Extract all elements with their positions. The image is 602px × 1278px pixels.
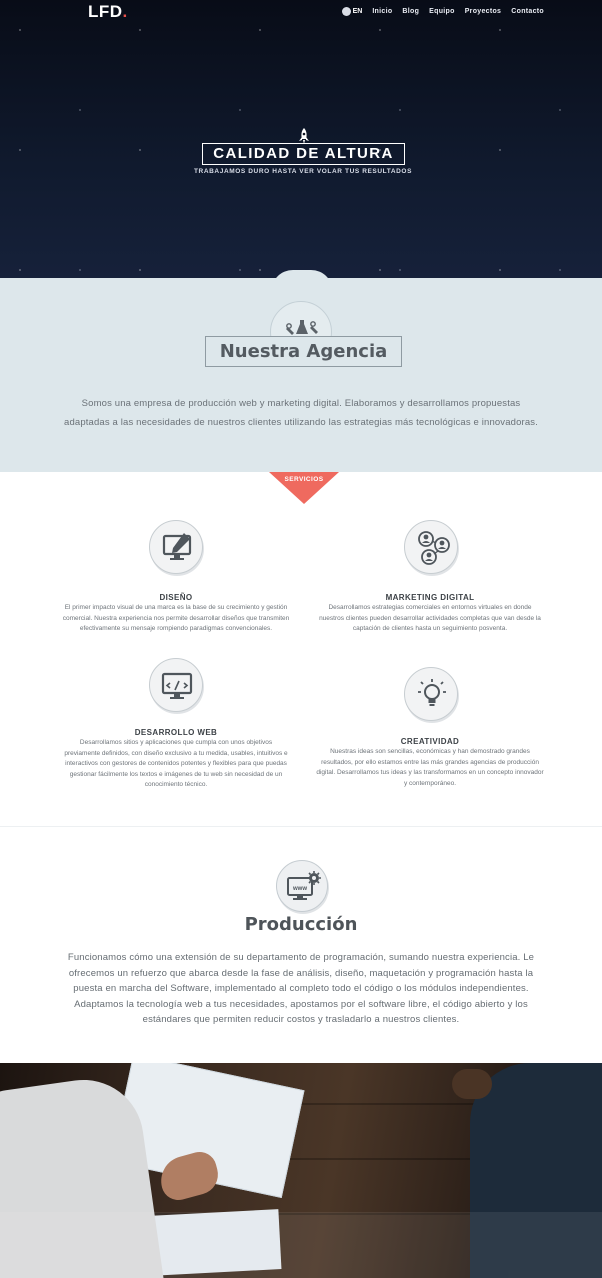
service-text-diseno: El primer impacto visual de una marca es… <box>62 604 290 632</box>
nav-contacto[interactable]: Contacto <box>511 8 544 15</box>
service-text-marketing: Desarrollamos estrategias comerciales en… <box>319 604 541 632</box>
www-gear-icon: www <box>287 871 321 900</box>
servicios-label[interactable]: SERVICIOS <box>269 476 339 483</box>
monitor-code-icon <box>161 672 193 699</box>
agency-section-bump <box>271 270 333 292</box>
nav-proyectos[interactable]: Proyectos <box>465 8 502 15</box>
monitor-pen-icon <box>162 533 192 560</box>
service-title-diseno: DISEÑO <box>159 593 193 602</box>
production-description: Funcionamos cómo una extensión de su dep… <box>67 952 535 1025</box>
logo-dot: . <box>122 2 128 21</box>
language-switch[interactable]: EN <box>341 7 363 16</box>
service-title-creatividad: CREATIVIDAD <box>400 737 460 746</box>
design-icon-circle <box>149 520 203 574</box>
photo-overlay <box>0 1212 602 1278</box>
main-nav: EN Inicio Blog Equipo Proyectos Contacto <box>341 7 544 16</box>
marketing-icon-circle <box>404 520 458 574</box>
production-title: Producción <box>244 914 358 935</box>
hero-subtitle: TRABAJAMOS DURO HASTA VER VOLAR TUS RESU… <box>193 168 413 175</box>
logo-text: LFD <box>88 2 123 21</box>
flag-icon <box>341 7 351 16</box>
service-text-desarrollo: Desarrollamos sitios y aplicaciones que … <box>64 739 288 788</box>
production-icon-circle: www <box>276 860 328 912</box>
www-label: www <box>292 886 307 892</box>
nav-equipo[interactable]: Equipo <box>429 8 455 15</box>
agency-title: Nuestra Agencia <box>219 341 388 362</box>
hero-title: CALIDAD DE ALTURA <box>202 143 405 165</box>
language-label: EN <box>352 8 363 15</box>
person-hand <box>452 1069 492 1099</box>
lightbulb-icon <box>418 679 446 706</box>
agency-description: Somos una empresa de producción web y ma… <box>64 398 538 428</box>
web-dev-icon-circle <box>149 658 203 712</box>
service-title-desarrollo: DESARROLLO WEB <box>134 728 218 737</box>
agency-title-box: Nuestra Agencia <box>205 336 402 367</box>
service-text-creatividad: Nuestras ideas son sencillas, económicas… <box>316 748 544 787</box>
nav-blog[interactable]: Blog <box>402 8 419 15</box>
service-title-marketing: MARKETING DIGITAL <box>385 593 475 602</box>
tools-icon <box>286 320 318 335</box>
nav-inicio[interactable]: Inicio <box>372 8 392 15</box>
users-network-icon <box>418 531 450 565</box>
site-logo[interactable]: LFD. <box>88 2 128 22</box>
section-divider <box>0 826 602 827</box>
creativity-icon-circle <box>404 667 458 721</box>
